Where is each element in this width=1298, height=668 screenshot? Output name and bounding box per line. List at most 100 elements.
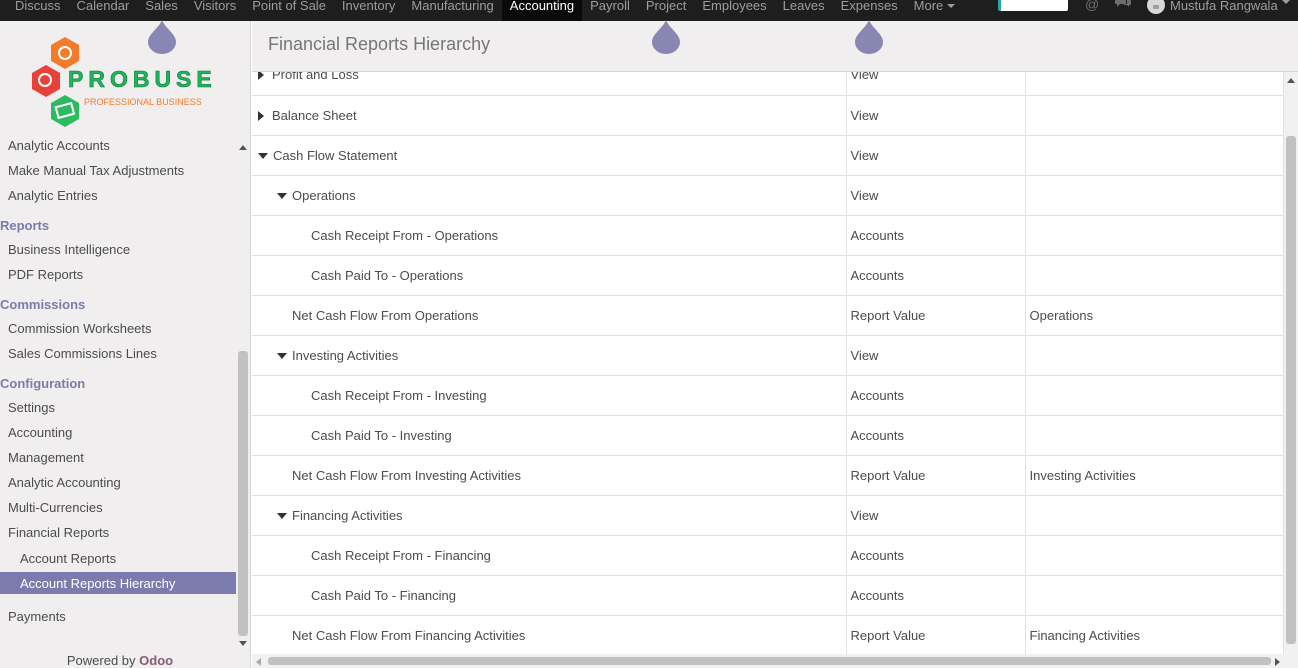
horizontal-scroll-thumb[interactable] <box>268 657 1271 665</box>
report-type-cell: View <box>846 135 1026 176</box>
app-menu-item-expenses[interactable]: Expenses <box>833 0 906 21</box>
mention-icon[interactable]: @ <box>1085 0 1099 12</box>
vertical-scrollbar[interactable] <box>1284 72 1298 654</box>
parent-report-cell <box>1025 575 1284 616</box>
report-type-cell: Report Value <box>846 455 1026 496</box>
table-row[interactable]: Cash Receipt From - Financing Accounts <box>252 535 1284 576</box>
app-menu-item-employees[interactable]: Employees <box>694 0 774 21</box>
table-row[interactable]: Cash Flow Statement View <box>252 135 1284 176</box>
sidebar-scroll-down[interactable] <box>239 641 247 646</box>
app-menu-item-inventory[interactable]: Inventory <box>334 0 403 21</box>
sidebar-scrollbar[interactable] <box>238 351 248 636</box>
sidebar-item-settings[interactable]: Settings <box>8 400 55 415</box>
table-row[interactable]: Balance Sheet View <box>252 95 1284 136</box>
collapse-arrow-icon[interactable] <box>258 152 268 159</box>
drop-marker-icon <box>652 20 680 54</box>
sidebar-item-analytic-accounting[interactable]: Analytic Accounting <box>8 475 121 490</box>
collapse-arrow-icon[interactable] <box>277 192 287 199</box>
app-menu-item-project[interactable]: Project <box>638 0 694 21</box>
report-name-cell: Cash Paid To - Investing <box>252 415 847 456</box>
page-title: Financial Reports Hierarchy <box>268 34 491 54</box>
sidebar-item-analytic-entries[interactable]: Analytic Entries <box>8 188 98 203</box>
report-name-cell: Cash Receipt From - Financing <box>252 535 847 576</box>
parent-report-cell <box>1025 255 1284 296</box>
more-menu[interactable]: More <box>906 0 964 21</box>
sidebar-item-label: Account Reports Hierarchy <box>20 576 176 591</box>
collapse-arrow-icon[interactable] <box>277 512 287 519</box>
sidebar-item-pdf-reports[interactable]: PDF Reports <box>8 267 83 282</box>
report-type-cell: View <box>846 335 1026 376</box>
table-row[interactable]: Cash Paid To - Operations Accounts <box>252 255 1284 296</box>
app-menu-item-payroll[interactable]: Payroll <box>582 0 638 21</box>
report-name: Investing Activities <box>292 347 399 363</box>
parent-report-cell <box>1025 335 1284 376</box>
sidebar: PROBUSE PROFESSIONAL BUSINESS Analytic A… <box>0 21 251 668</box>
sidebar-item-business-intelligence[interactable]: Business Intelligence <box>8 242 130 257</box>
app-menu-item-leaves[interactable]: Leaves <box>775 0 833 21</box>
powered-by: Powered by Odoo <box>0 653 240 668</box>
sidebar-item-multi-currencies[interactable]: Multi-Currencies <box>8 500 103 515</box>
report-name-cell: Cash Receipt From - Investing <box>252 375 847 416</box>
app-menu-item-accounting[interactable]: Accounting <box>501 0 583 21</box>
table-row[interactable]: Net Cash Flow From Operations Report Valu… <box>252 295 1284 336</box>
table-row[interactable]: Cash Paid To - Financing Accounts <box>252 575 1284 616</box>
report-name: Net Cash Flow From Financing Activities <box>292 627 526 643</box>
table-row[interactable]: Cash Receipt From - Operations Accounts <box>252 215 1284 256</box>
sidebar-item-account-reports[interactable]: Account Reports <box>20 551 116 566</box>
parent-report-cell: Financing Activities <box>1025 615 1284 654</box>
parent-report-cell: Investing Activities <box>1025 455 1284 496</box>
report-name-cell: Net Cash Flow From Investing Activities <box>252 455 847 496</box>
sidebar-scroll-up[interactable] <box>239 145 247 150</box>
chat-icon[interactable] <box>1115 0 1131 8</box>
scroll-right-arrow-icon[interactable] <box>1275 658 1280 666</box>
expand-arrow-icon[interactable] <box>258 72 264 81</box>
sidebar-section-configuration: Configuration <box>0 376 86 391</box>
table-row[interactable]: Net Cash Flow From Investing Activities R… <box>252 455 1284 496</box>
sidebar-item-accounting[interactable]: Accounting <box>8 425 72 440</box>
report-type-cell: Accounts <box>846 415 1026 456</box>
sidebar-item-management[interactable]: Management <box>8 450 84 465</box>
collapse-arrow-icon[interactable] <box>277 352 287 359</box>
avatar <box>1147 0 1165 14</box>
sidebar-item-make-manual-tax-adjustments[interactable]: Make Manual Tax Adjustments <box>8 163 184 178</box>
scroll-up-arrow-icon[interactable] <box>1287 78 1295 83</box>
table-row[interactable]: Financing Activities View <box>252 495 1284 536</box>
navbar-search-box[interactable] <box>998 0 1068 11</box>
table-row[interactable]: Investing Activities View <box>252 335 1284 376</box>
scroll-left-arrow-icon[interactable] <box>256 658 261 666</box>
report-name-cell: Financing Activities <box>252 495 847 536</box>
report-name-cell: Investing Activities <box>252 335 847 376</box>
table-row[interactable]: Cash Receipt From - Investing Accounts <box>252 375 1284 416</box>
sidebar-item-analytic-accounts[interactable]: Analytic Accounts <box>8 138 110 153</box>
horizontal-scrollbar[interactable] <box>252 654 1298 668</box>
report-name: Cash Receipt From - Investing <box>311 387 487 403</box>
app-menu-item-calendar[interactable]: Calendar <box>69 0 138 21</box>
sidebar-item-account-reports-hierarchy[interactable]: Account Reports Hierarchy <box>0 572 236 594</box>
table-row[interactable]: Cash Paid To - Investing Accounts <box>252 415 1284 456</box>
company-logo[interactable]: PROBUSE PROFESSIONAL BUSINESS <box>28 35 218 131</box>
odoo-link[interactable]: Odoo <box>139 653 173 668</box>
logo-text: PROBUSE <box>68 66 217 92</box>
report-type-cell: View <box>846 495 1026 536</box>
user-menu[interactable]: Mustufa Rangwala <box>1147 0 1290 21</box>
hierarchy-table: Profit and Loss View Balance Sheet View Cash… <box>252 72 1284 654</box>
app-menu-item-point-of-sale[interactable]: Point of Sale <box>244 0 334 21</box>
table-row[interactable]: Operations View <box>252 175 1284 216</box>
app-menu-item-manufacturing[interactable]: Manufacturing <box>403 0 501 21</box>
sidebar-item-commission-worksheets[interactable]: Commission Worksheets <box>8 321 152 336</box>
report-type-cell: Accounts <box>846 255 1026 296</box>
table-row[interactable]: Net Cash Flow From Financing Activities R… <box>252 615 1284 654</box>
vertical-scroll-thumb[interactable] <box>1286 136 1296 644</box>
sidebar-item-sales-commissions-lines[interactable]: Sales Commissions Lines <box>8 346 157 361</box>
report-type-cell: Accounts <box>846 535 1026 576</box>
parent-report-cell <box>1025 215 1284 256</box>
app-menu-item-visitors[interactable]: Visitors <box>186 0 244 21</box>
table-row[interactable]: Profit and Loss View <box>252 72 1284 96</box>
expand-arrow-icon[interactable] <box>258 110 264 121</box>
sidebar-item-financial-reports[interactable]: Financial Reports <box>8 525 109 540</box>
app-menu-item-discuss[interactable]: Discuss <box>0 0 69 21</box>
report-type-cell: Accounts <box>846 575 1026 616</box>
sidebar-item-payments[interactable]: Payments <box>8 609 66 624</box>
app-menu-item-sales[interactable]: Sales <box>137 0 186 21</box>
report-name-cell: Cash Paid To - Financing <box>252 575 847 616</box>
